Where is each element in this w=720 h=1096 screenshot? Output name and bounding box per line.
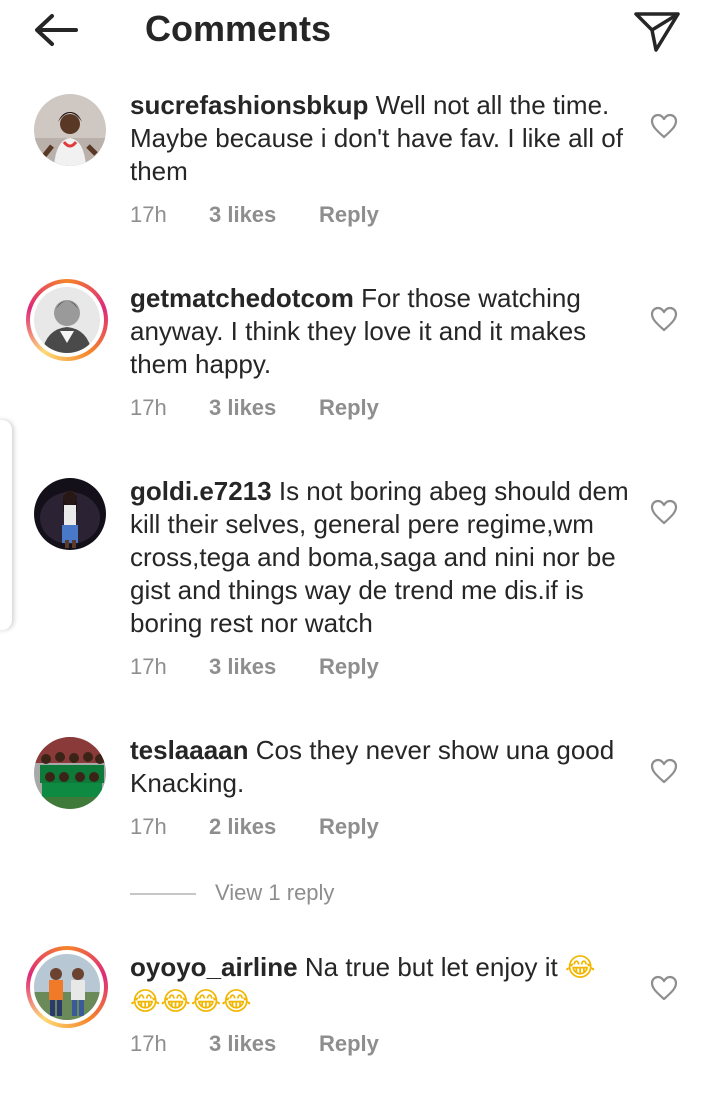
comment-username[interactable]: goldi.e7213	[130, 476, 272, 506]
reply-button[interactable]: Reply	[319, 202, 379, 228]
laughing-emoji-icon: 😂😂😂😂	[130, 987, 252, 1017]
heart-outline-icon	[650, 758, 678, 784]
like-button[interactable]	[650, 306, 678, 332]
avatar-image	[34, 737, 106, 809]
reply-button[interactable]: Reply	[319, 654, 379, 680]
comment-username[interactable]: teslaaaan	[130, 735, 249, 765]
likes-count[interactable]: 3 likes	[209, 202, 276, 228]
avatar[interactable]	[26, 279, 108, 361]
avatar[interactable]	[26, 92, 108, 174]
like-button[interactable]	[650, 499, 678, 525]
comment-username[interactable]: getmatchedotcom	[130, 283, 354, 313]
heart-outline-icon	[650, 113, 678, 139]
reply-button[interactable]: Reply	[319, 395, 379, 421]
arrow-left-icon	[35, 14, 78, 46]
likes-count[interactable]: 2 likes	[209, 814, 276, 840]
comment-text: getmatchedotcom For those watching anywa…	[130, 282, 630, 381]
share-button[interactable]	[630, 6, 684, 56]
page-title: Comments	[145, 8, 332, 49]
comment-body: Na true but let enjoy it	[304, 952, 558, 982]
back-button[interactable]	[26, 8, 86, 52]
like-button[interactable]	[650, 975, 678, 1001]
paper-plane-icon	[634, 12, 680, 52]
comment-text: sucrefashionsbkup Well not all the time.…	[130, 89, 630, 188]
likes-count[interactable]: 3 likes	[209, 395, 276, 421]
avatar[interactable]	[26, 476, 108, 558]
avatar-image	[34, 954, 100, 1020]
comment-timestamp: 17h	[130, 202, 167, 227]
comment-username[interactable]: oyoyo_airline	[130, 952, 298, 982]
heart-outline-icon	[650, 499, 678, 525]
heart-outline-icon	[650, 975, 678, 1001]
comment-text: oyoyo_airline Na true but let enjoy it 😂…	[130, 951, 630, 1019]
view-replies-label: View 1 reply	[215, 880, 335, 905]
reply-button[interactable]: Reply	[319, 1031, 379, 1057]
comment-username[interactable]: sucrefashionsbkup	[130, 90, 368, 120]
avatar[interactable]	[26, 735, 108, 817]
avatar-image	[34, 478, 106, 550]
laughing-emoji-icon: 😂	[565, 953, 596, 983]
divider-line	[130, 893, 196, 895]
comment-text: goldi.e7213 Is not boring abeg should de…	[130, 475, 630, 640]
like-button[interactable]	[650, 113, 678, 139]
likes-count[interactable]: 3 likes	[209, 654, 276, 680]
comment-text: teslaaaan Cos they never show una good K…	[130, 734, 630, 800]
avatar-image	[34, 94, 106, 166]
avatar-image	[34, 287, 100, 353]
comment-timestamp: 17h	[130, 395, 167, 420]
heart-outline-icon	[650, 306, 678, 332]
comment-timestamp: 17h	[130, 814, 167, 839]
reply-button[interactable]: Reply	[319, 814, 379, 840]
comment-timestamp: 17h	[130, 1031, 167, 1056]
likes-count[interactable]: 3 likes	[209, 1031, 276, 1057]
comments-header: Comments	[0, 0, 720, 62]
like-button[interactable]	[650, 758, 678, 784]
avatar[interactable]	[26, 946, 108, 1028]
edge-panel-handle[interactable]	[0, 420, 12, 630]
comment-timestamp: 17h	[130, 654, 167, 679]
